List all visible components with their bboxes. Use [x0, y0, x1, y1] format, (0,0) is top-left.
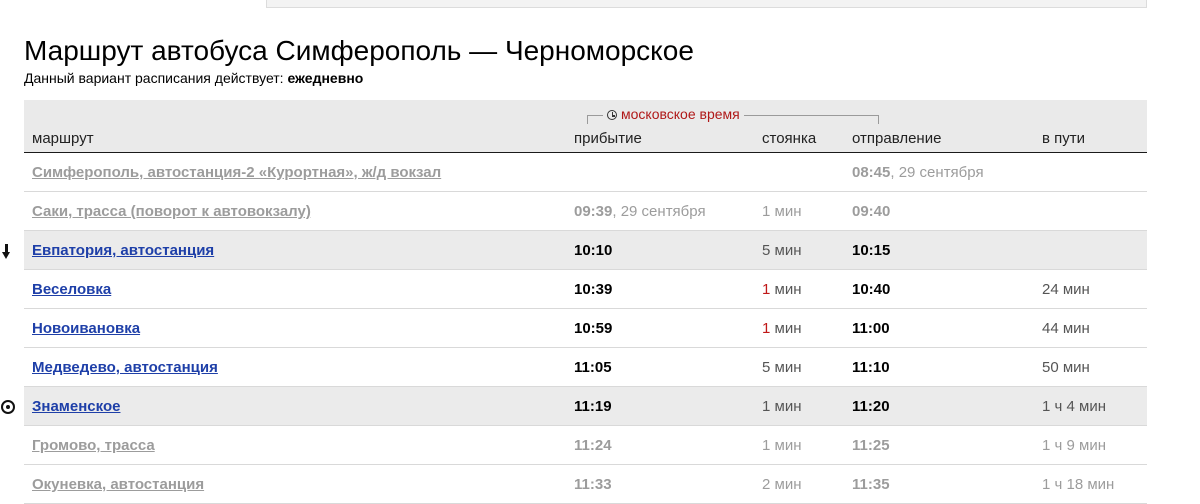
arrival-cell: 11:24: [574, 437, 612, 455]
stop-duration: 1 мин: [762, 437, 802, 455]
departure-date: , 29 сентября: [890, 164, 984, 181]
departure-time: 10:40: [852, 281, 891, 298]
stop-link[interactable]: Саки, трасса (поворот к автовокзалу): [32, 203, 311, 221]
departure-cell: 10:15: [852, 242, 890, 260]
arrival-time: 10:59: [574, 320, 613, 337]
travel-time: 1 ч 9 мин: [1042, 437, 1106, 454]
stop-link[interactable]: Знаменское: [32, 398, 120, 416]
arrival-time: 11:05: [574, 359, 612, 376]
header-travel: в пути: [1042, 130, 1086, 147]
arrival-cell: 11:33: [574, 476, 612, 494]
table-row: Саки, трасса (поворот к автовокзалу) 09:…: [24, 192, 1147, 231]
stop-duration: 2 мин: [762, 476, 802, 494]
header-arrival: прибытие: [574, 130, 642, 147]
target-icon: [1, 400, 15, 414]
table-row: Веселовка 10:39 1 мин 10:40 24 мин: [24, 270, 1147, 309]
stop-duration-unit: мин: [770, 320, 802, 337]
arrival-cell: 10:59: [574, 320, 612, 338]
arrow-down-icon: [2, 244, 12, 260]
stop-duration: 5 мин: [762, 359, 802, 377]
arrival-cell: 09:39, 29 сентября: [574, 203, 706, 221]
arrival-time: 11:33: [574, 476, 612, 493]
stop-duration: 1 мин: [762, 281, 802, 299]
stop-duration-unit: мин: [770, 398, 802, 415]
arrival-cell: 11:05: [574, 359, 612, 377]
departure-cell: 09:40: [852, 203, 890, 221]
clock-icon: [607, 110, 617, 120]
departure-time: 11:35: [852, 476, 890, 493]
departure-time: 11:20: [852, 398, 890, 415]
travel-time: 50 мин: [1042, 359, 1090, 376]
departure-time: 10:15: [852, 242, 891, 259]
departure-time: 09:40: [852, 203, 891, 220]
stop-duration: 1 мин: [762, 398, 802, 416]
departure-time: 08:45: [852, 164, 891, 181]
timezone-indicator: московское время: [587, 106, 879, 124]
departure-time: 11:10: [852, 359, 890, 376]
arrival-time: 10:39: [574, 281, 613, 298]
header-departure: отправление: [852, 130, 942, 147]
table-row: Знаменское 11:19 1 мин 11:20 1 ч 4 мин: [1, 387, 1147, 426]
stop-duration: 1 мин: [762, 320, 802, 338]
departure-cell: 11:35: [852, 476, 890, 494]
table-row: Медведево, автостанция 11:05 5 мин 11:10…: [24, 348, 1147, 387]
stop-duration-unit: мин: [770, 242, 802, 259]
stop-link[interactable]: Громово, трасса: [32, 437, 155, 455]
departure-time: 11:25: [852, 437, 890, 454]
departure-cell: 08:45, 29 сентября: [852, 164, 984, 182]
header-route: маршрут: [32, 130, 94, 147]
schedule-validity-label: Данный вариант расписания действует:: [24, 70, 288, 86]
timezone-text: московское время: [621, 106, 740, 122]
table-header: московское время маршрут прибытие стоянк…: [24, 100, 1147, 153]
arrival-time: 11:19: [574, 398, 612, 415]
departure-time: 11:00: [852, 320, 890, 337]
departure-cell: 10:40: [852, 281, 890, 299]
stop-duration-unit: мин: [770, 476, 802, 493]
arrival-time: 11:24: [574, 437, 612, 454]
stop-link[interactable]: Симферополь, автостанция-2 «Курортная», …: [32, 164, 441, 182]
travel-time: 24 мин: [1042, 281, 1090, 298]
stop-duration-unit: мин: [770, 203, 802, 220]
departure-cell: 11:20: [852, 398, 890, 416]
stop-duration-unit: мин: [770, 437, 802, 454]
table-row: Симферополь, автостанция-2 «Курортная», …: [24, 153, 1147, 192]
stop-link[interactable]: Окуневка, автостанция: [32, 476, 204, 494]
departure-cell: 11:10: [852, 359, 890, 377]
timezone-label: московское время: [603, 106, 744, 123]
table-row: Новоивановка 10:59 1 мин 11:00 44 мин: [24, 309, 1147, 348]
arrival-time: 09:39: [574, 203, 613, 220]
stop-duration-unit: мин: [770, 281, 802, 298]
arrival-time: 10:10: [574, 242, 613, 259]
schedule-validity: Данный вариант расписания действует: еже…: [24, 70, 363, 87]
travel-time: 1 ч 18 мин: [1042, 476, 1115, 493]
table-row: Громово, трасса 11:24 1 мин 11:25 1 ч 9 …: [24, 426, 1147, 465]
departure-cell: 11:00: [852, 320, 890, 338]
departure-cell: 11:25: [852, 437, 890, 455]
table-row: Окуневка, автостанция 11:33 2 мин 11:35 …: [24, 465, 1147, 504]
stop-duration: 1 мин: [762, 203, 802, 221]
stop-link[interactable]: Медведево, автостанция: [32, 359, 218, 377]
travel-time: 1 ч 4 мин: [1042, 398, 1106, 415]
stop-duration-unit: мин: [770, 359, 802, 376]
table-row: Евпатория, автостанция 10:10 5 мин 10:15: [2, 231, 1147, 270]
stop-link[interactable]: Новоивановка: [32, 320, 140, 338]
schedule-table: московское время маршрут прибытие стоянк…: [1, 100, 1147, 504]
arrival-cell: 11:19: [574, 398, 612, 416]
top-panel-edge: [266, 0, 1147, 8]
arrival-cell: 10:10: [574, 242, 612, 260]
stop-link[interactable]: Веселовка: [32, 281, 111, 299]
stop-duration: 5 мин: [762, 242, 802, 260]
arrival-date: , 29 сентября: [612, 203, 706, 220]
header-stop: стоянка: [762, 130, 817, 147]
travel-time: 44 мин: [1042, 320, 1090, 337]
schedule-validity-value: ежедневно: [287, 70, 364, 86]
arrival-cell: 10:39: [574, 281, 612, 299]
page-title: Маршрут автобуса Симферополь — Черноморс…: [24, 35, 694, 66]
stop-link[interactable]: Евпатория, автостанция: [32, 242, 214, 260]
